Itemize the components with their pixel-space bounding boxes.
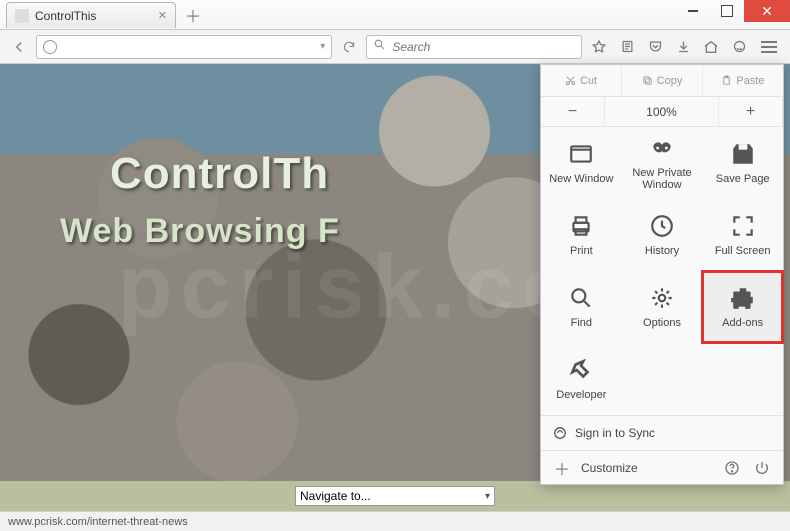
tab-strip: ControlThis ✕ ＋ [0, 0, 206, 28]
downloads-icon[interactable] [670, 34, 696, 60]
pocket-icon[interactable] [642, 34, 668, 60]
menu-new-private-label: New Private Window [632, 167, 691, 191]
status-text: www.pcrisk.com/internet-threat-news [8, 516, 188, 528]
menu-edit-row: Cut Copy Paste [541, 65, 783, 97]
menu-empty1 [622, 343, 703, 415]
status-bar: www.pcrisk.com/internet-threat-news [0, 511, 790, 531]
menu-paste[interactable]: Paste [703, 65, 783, 96]
menu-options-label: Options [643, 317, 681, 329]
menu-cut-label: Cut [580, 75, 597, 87]
page-nav-strip: Navigate to... ▾ [0, 481, 790, 511]
bookmark-star-icon[interactable] [586, 34, 612, 60]
url-dropdown-icon[interactable]: ▾ [320, 41, 325, 52]
window-maximize-button[interactable] [710, 0, 744, 22]
help-icon[interactable] [721, 457, 743, 479]
window-controls: ✕ [676, 0, 790, 22]
menu-developer[interactable]: Developer [541, 343, 622, 415]
menu-save-page-label: Save Page [716, 173, 770, 185]
back-button[interactable] [6, 34, 32, 60]
zoom-level: 100% [605, 97, 719, 126]
menu-sign-in-label: Sign in to Sync [575, 426, 655, 440]
globe-icon [43, 40, 57, 54]
tab-favicon [15, 9, 29, 23]
menu-paste-label: Paste [736, 75, 764, 87]
navigate-select[interactable]: Navigate to... ▾ [295, 486, 495, 506]
menu-bottom-row: ＋ Customize [541, 450, 783, 484]
navigate-select-label: Navigate to... [300, 489, 371, 503]
menu-full-screen[interactable]: Full Screen [702, 199, 783, 271]
chevron-down-icon: ▾ [485, 491, 490, 502]
menu-developer-label: Developer [556, 389, 606, 401]
hero-title: ControlTh [110, 149, 329, 199]
menu-cut[interactable]: Cut [541, 65, 622, 96]
menu-addons-label: Add-ons [722, 317, 763, 329]
menu-print-label: Print [570, 245, 593, 257]
new-tab-button[interactable]: ＋ [180, 4, 206, 26]
zoom-in-button[interactable]: + [719, 97, 783, 126]
customize-plus-icon[interactable]: ＋ [551, 457, 573, 479]
menu-grid: New Window New Private Window Save Page … [541, 127, 783, 415]
search-box[interactable] [366, 35, 582, 59]
menu-history[interactable]: History [622, 199, 703, 271]
menu-zoom-row: − 100% + [541, 97, 783, 127]
menu-new-window-label: New Window [549, 173, 613, 185]
menu-customize-label[interactable]: Customize [581, 461, 638, 475]
menu-options[interactable]: Options [622, 271, 703, 343]
zoom-out-button[interactable]: − [541, 97, 605, 126]
tab-title: ControlThis [35, 9, 96, 23]
browser-tab[interactable]: ControlThis ✕ [6, 2, 176, 28]
menu-find-label: Find [571, 317, 592, 329]
menu-new-window[interactable]: New Window [541, 127, 622, 199]
tab-close-icon[interactable]: ✕ [158, 9, 167, 22]
menu-sign-in[interactable]: Sign in to Sync [541, 416, 783, 450]
app-menu-panel: Cut Copy Paste − 100% + New Window New P… [540, 64, 784, 485]
menu-copy[interactable]: Copy [622, 65, 703, 96]
menu-print[interactable]: Print [541, 199, 622, 271]
search-input[interactable] [392, 40, 575, 54]
toolbar-icons [586, 34, 784, 60]
titlebar: ControlThis ✕ ＋ ✕ [0, 0, 790, 30]
navbar: ▾ [0, 30, 790, 64]
power-icon[interactable] [751, 457, 773, 479]
menu-find[interactable]: Find [541, 271, 622, 343]
hero-subtitle: Web Browsing F [60, 212, 340, 251]
menu-addons[interactable]: Add-ons [702, 271, 783, 343]
reload-button[interactable] [336, 34, 362, 60]
menu-full-screen-label: Full Screen [715, 245, 771, 257]
menu-empty2 [702, 343, 783, 415]
smiley-icon[interactable] [726, 34, 752, 60]
menu-button[interactable] [754, 34, 784, 60]
menu-copy-label: Copy [657, 75, 683, 87]
menu-new-private-window[interactable]: New Private Window [622, 127, 703, 199]
home-icon[interactable] [698, 34, 724, 60]
menu-save-page[interactable]: Save Page [702, 127, 783, 199]
reading-list-icon[interactable] [614, 34, 640, 60]
menu-history-label: History [645, 245, 679, 257]
url-bar[interactable]: ▾ [36, 35, 332, 59]
window-close-button[interactable]: ✕ [744, 0, 790, 22]
window-minimize-button[interactable] [676, 0, 710, 22]
search-icon [373, 38, 386, 56]
sync-icon [553, 426, 567, 440]
